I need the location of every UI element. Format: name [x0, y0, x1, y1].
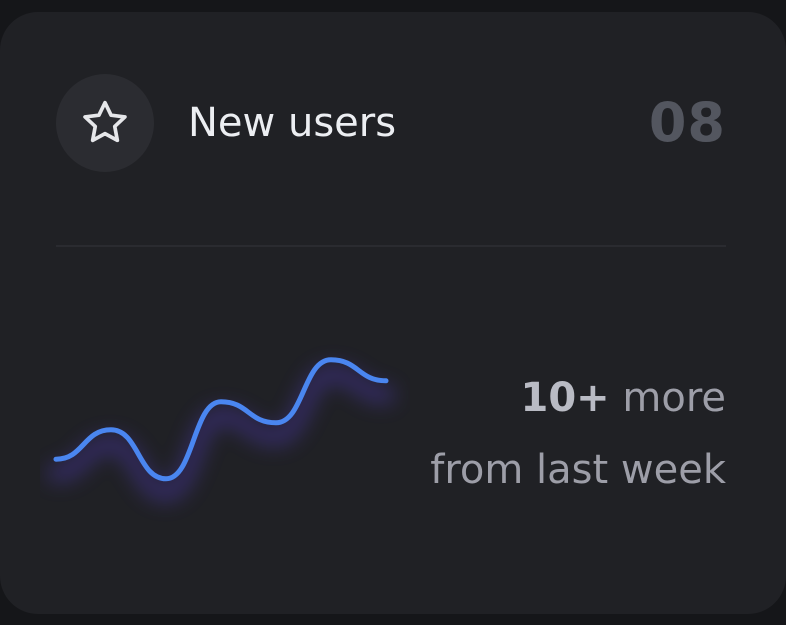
- new-users-count: 08: [648, 91, 726, 154]
- trend-sparkline: [47, 357, 395, 502]
- divider: [56, 245, 726, 247]
- summary-line-1: 10+ more: [430, 362, 726, 434]
- star-icon: [83, 100, 127, 143]
- new-users-card: New users 08 10+ more from last week: [0, 12, 786, 614]
- star-icon-badge: [56, 74, 154, 172]
- summary-more-text: more: [609, 375, 726, 421]
- summary-highlight: 10+: [520, 375, 610, 421]
- sparkline-shadow: [47, 364, 395, 502]
- card-title: New users: [188, 100, 397, 146]
- summary-line-2: from last week: [430, 447, 726, 493]
- weekly-summary: 10+ more from last week: [430, 362, 726, 506]
